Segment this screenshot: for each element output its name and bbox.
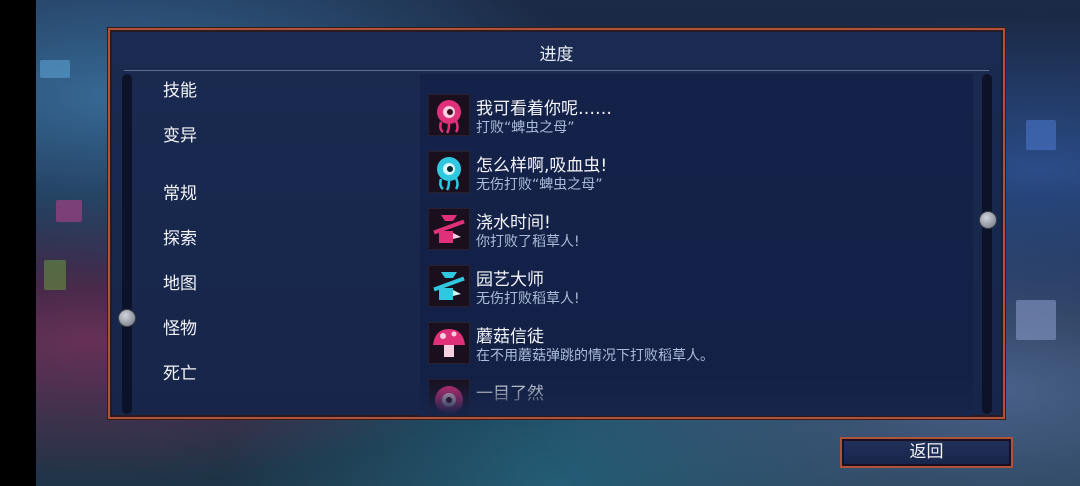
bg-pixel-block xyxy=(40,60,70,78)
achievement-title: 一目了然 xyxy=(476,384,544,404)
list-item[interactable]: 浇水时间! 你打败了稻草人! xyxy=(428,208,968,258)
progress-panel: 进度 技能 变异 常规 探索 地图 怪物 死亡 我可看着你呢…… 打败“蜱虫之母… xyxy=(108,28,1005,419)
mushroom-icon xyxy=(428,322,470,364)
achievement-list: 我可看着你呢…… 打败“蜱虫之母” 怎么样啊,吸血虫! 无伤打败“蜱虫之母” 浇… xyxy=(420,74,973,416)
achievement-title: 蘑菇信徒 xyxy=(476,327,544,347)
category-exploration[interactable]: 探索 xyxy=(163,224,197,249)
category-mutations[interactable]: 变异 xyxy=(163,121,197,146)
category-general[interactable]: 常规 xyxy=(163,179,197,204)
category-skills[interactable]: 技能 xyxy=(163,76,197,101)
list-item[interactable]: 蘑菇信徒 在不用蘑菇弹跳的情况下打败稻草人。 xyxy=(428,322,968,372)
category-monsters[interactable]: 怪物 xyxy=(163,314,197,339)
list-item[interactable]: 园艺大师 无伤打败稻草人! xyxy=(428,265,968,315)
achievement-description: 你打败了稻草人! xyxy=(476,234,580,250)
bg-pixel-block xyxy=(1016,300,1056,340)
eyeball-icon xyxy=(428,151,470,193)
achievement-description: 无伤打败“蜱虫之母” xyxy=(476,177,603,193)
scarecrow-icon xyxy=(428,265,470,307)
achievement-title: 我可看着你呢…… xyxy=(476,99,612,119)
achievement-description: 打败“蜱虫之母” xyxy=(476,120,575,136)
bg-pixel-block xyxy=(44,260,66,290)
bg-pixel-block xyxy=(1026,120,1056,150)
eye-icon xyxy=(428,379,470,416)
list-scroll-thumb[interactable] xyxy=(979,211,997,229)
list-item[interactable]: 怎么样啊,吸血虫! 无伤打败“蜱虫之母” xyxy=(428,151,968,201)
bg-pixel-block xyxy=(56,200,82,222)
list-scrollbar[interactable] xyxy=(982,74,992,414)
list-item[interactable]: 我可看着你呢…… 打败“蜱虫之母” xyxy=(428,94,968,144)
achievement-description: 无伤打败稻草人! xyxy=(476,291,580,307)
panel-title: 进度 xyxy=(539,45,574,65)
eyeball-icon xyxy=(428,94,470,136)
achievement-title: 园艺大师 xyxy=(476,270,544,290)
category-scroll-thumb[interactable] xyxy=(118,309,136,327)
achievement-description: 在不用蘑菇弹跳的情况下打败稻草人。 xyxy=(476,348,714,364)
back-button[interactable]: 返回 xyxy=(840,437,1013,468)
achievement-title: 怎么样啊,吸血虫! xyxy=(476,156,608,176)
list-item[interactable]: 一目了然 xyxy=(428,379,968,416)
title-divider xyxy=(124,70,989,71)
category-death[interactable]: 死亡 xyxy=(163,359,197,384)
left-black-bar xyxy=(0,0,36,486)
category-scrollbar[interactable] xyxy=(122,74,132,414)
category-map[interactable]: 地图 xyxy=(163,269,197,294)
scarecrow-icon xyxy=(428,208,470,250)
achievement-title: 浇水时间! xyxy=(476,213,551,233)
